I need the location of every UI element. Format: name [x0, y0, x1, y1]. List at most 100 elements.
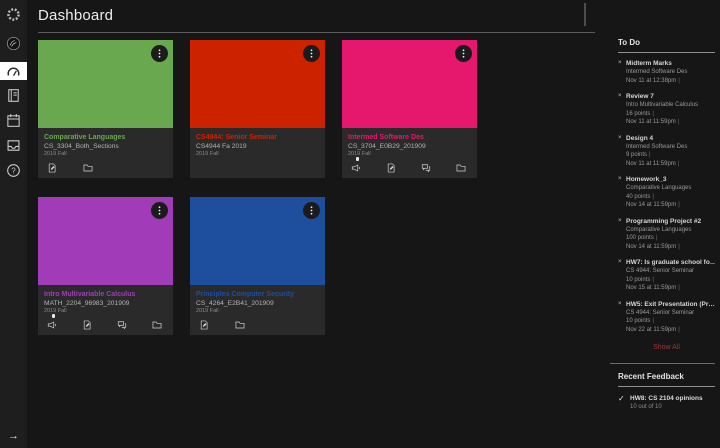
todo-item-title[interactable]: Midterm Marks [626, 60, 715, 68]
course-card[interactable]: Comparative Languages CS_3304_Both_Secti… [38, 40, 173, 178]
kebab-menu-icon[interactable] [151, 202, 168, 219]
todo-item-points: 10 points| [626, 317, 715, 326]
separator: | [652, 318, 654, 324]
course-card[interactable]: Intermed Software Des CS_3704_E0B29_2019… [342, 40, 477, 178]
todo-item-title[interactable]: Programming Project #2 [626, 218, 715, 226]
close-x-icon[interactable]: × [618, 259, 622, 266]
canvas-logo-icon[interactable] [0, 4, 27, 24]
feedback-item[interactable]: ✓ HW8: CS 2104 opinions 10 out of 10 [618, 394, 715, 412]
course-card[interactable]: CS4944: Senior Seminar CS4944 Fa 2019 20… [190, 40, 325, 178]
course-card-color-header[interactable] [38, 197, 173, 285]
separator: | [656, 235, 658, 241]
course-card-title[interactable]: Intermed Software Des [348, 133, 471, 142]
course-card-term: 2019 Fall [196, 308, 319, 315]
separator: | [652, 277, 654, 283]
checkmark-icon: ✓ [618, 394, 625, 403]
feedback-item-title[interactable]: HW8: CS 2104 opinions [630, 394, 715, 403]
show-all-link[interactable]: Show All [618, 344, 715, 351]
course-card[interactable]: Intro Multivariable Calculus MATH_2204_9… [38, 197, 173, 335]
announcement-icon[interactable] [351, 163, 361, 173]
points-text: 10 points [626, 277, 650, 283]
due-text: Nov 11 at 11:59pm [626, 119, 676, 125]
course-card-color-header[interactable] [190, 40, 325, 128]
nav-item-inbox[interactable] [0, 135, 27, 155]
kebab-menu-icon[interactable] [455, 45, 472, 62]
todo-item-title[interactable]: HW7: Is graduate school fo… [626, 259, 715, 267]
todo-item[interactable]: × Design 4 Intermed Software Des 9 point… [618, 135, 715, 169]
todo-item-course: CS 4944: Senior Seminar [626, 309, 715, 318]
todo-item-course: Intro Multivariable Calculus [626, 101, 715, 110]
nav-item-help[interactable]: ? [0, 160, 27, 180]
nav-item-calendar[interactable] [0, 110, 27, 130]
kebab-menu-icon[interactable] [303, 202, 320, 219]
todo-item[interactable]: × Midterm Marks Intermed Software Des No… [618, 60, 715, 85]
close-x-icon[interactable]: × [618, 301, 622, 308]
course-card-code: CS_3704_E0B29_201909 [348, 142, 471, 151]
due-text: Nov 11 at 12:38pm [626, 78, 676, 84]
todo-item-points: 10 points| [626, 276, 715, 285]
avatar-glyph [6, 36, 21, 51]
scrollbar-thumb[interactable] [584, 3, 586, 26]
todo-item-due: Nov 14 at 11:59pm| [626, 243, 715, 252]
recent-feedback-section: Recent Feedback ✓ HW8: CS 2104 opinions … [610, 363, 715, 412]
course-card-color-header[interactable] [38, 40, 173, 128]
course-card-color-header[interactable] [190, 197, 325, 285]
nav-item-dashboard[interactable] [0, 62, 27, 80]
separator: | [678, 244, 680, 250]
todo-item-due: Nov 14 at 11:59pm| [626, 201, 715, 210]
assignment-icon[interactable] [82, 320, 92, 330]
feedback-item-score: 10 out of 10 [630, 403, 715, 412]
folder-icon[interactable] [83, 163, 93, 173]
dashboard-gauge-icon [6, 64, 21, 79]
close-x-icon[interactable]: × [618, 60, 622, 67]
todo-item-due: Nov 11 at 11:59pm| [626, 160, 715, 169]
folder-icon[interactable] [456, 163, 466, 173]
todo-item[interactable]: × HW5: Exit Presentation (Pr… CS 4944: S… [618, 301, 715, 335]
folder-icon[interactable] [235, 320, 245, 330]
discussion-icon[interactable] [117, 320, 127, 330]
close-x-icon[interactable]: × [618, 218, 622, 225]
calendar-icon [6, 113, 21, 128]
close-x-icon[interactable]: × [618, 135, 622, 142]
separator: | [678, 119, 680, 125]
todo-item-due: Nov 11 at 12:38pm| [626, 77, 715, 86]
account-avatar-icon[interactable] [0, 33, 27, 53]
kebab-menu-icon[interactable] [151, 45, 168, 62]
course-card-action-icons [44, 319, 167, 330]
todo-item[interactable]: × Review 7 Intro Multivariable Calculus … [618, 93, 715, 127]
todo-item[interactable]: × Programming Project #2 Comparative Lan… [618, 218, 715, 252]
points-text: 10 points [626, 318, 650, 324]
due-text: Nov 11 at 11:59pm [626, 161, 676, 167]
todo-item-title[interactable]: Design 4 [626, 135, 715, 143]
points-text: 9 points [626, 152, 647, 158]
course-card-action-icons [196, 319, 319, 330]
course-card-title[interactable]: Intro Multivariable Calculus [44, 290, 167, 299]
close-x-icon[interactable]: × [618, 93, 622, 100]
kebab-menu-icon[interactable] [303, 45, 320, 62]
kebab-dots-glyph [307, 49, 316, 58]
todo-item[interactable]: × Homework_3 Comparative Languages 40 po… [618, 176, 715, 210]
discussion-icon[interactable] [421, 163, 431, 173]
separator: | [678, 202, 680, 208]
course-card-title[interactable]: Principles Computer Security [196, 290, 319, 299]
assignment-icon[interactable] [47, 163, 57, 173]
expand-arrow-icon[interactable]: → [0, 428, 27, 444]
todo-item-title[interactable]: HW5: Exit Presentation (Pr… [626, 301, 715, 309]
todo-item-title[interactable]: Homework_3 [626, 176, 715, 184]
course-card-title[interactable]: CS4944: Senior Seminar [196, 133, 319, 142]
course-card[interactable]: Principles Computer Security CS_4264_E2B… [190, 197, 325, 335]
folder-icon[interactable] [152, 320, 162, 330]
course-card-info: Comparative Languages CS_3304_Both_Secti… [38, 128, 173, 177]
nav-item-courses[interactable] [0, 85, 27, 105]
course-card-code: CS_3304_Both_Sections [44, 142, 167, 151]
todo-item-title[interactable]: Review 7 [626, 93, 715, 101]
kebab-dots-glyph [459, 49, 468, 58]
announcement-icon[interactable] [47, 320, 57, 330]
assignment-icon[interactable] [386, 163, 396, 173]
course-card-color-header[interactable] [342, 40, 477, 128]
due-text: Nov 22 at 11:59pm [626, 327, 676, 333]
close-x-icon[interactable]: × [618, 176, 622, 183]
todo-item[interactable]: × HW7: Is graduate school fo… CS 4944: S… [618, 259, 715, 293]
course-card-title[interactable]: Comparative Languages [44, 133, 167, 142]
assignment-icon[interactable] [199, 320, 209, 330]
